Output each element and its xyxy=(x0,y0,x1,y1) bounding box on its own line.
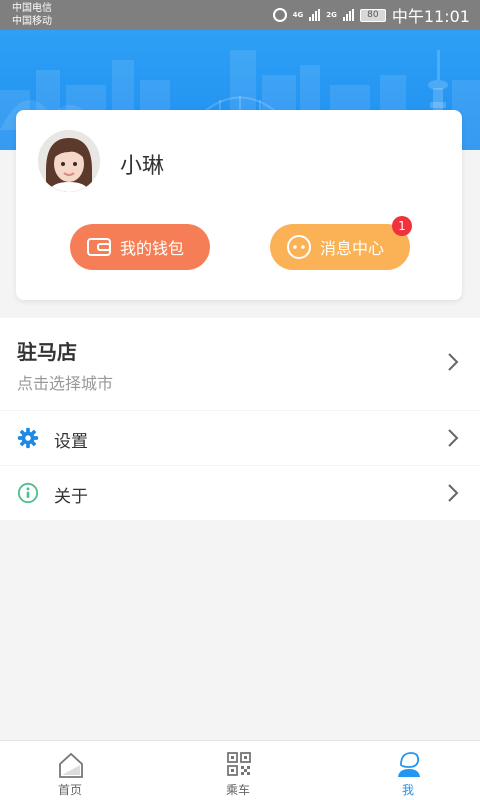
qr-code-icon xyxy=(227,752,251,776)
tab-home-label: 首页 xyxy=(57,783,82,797)
signal-2-icon xyxy=(342,9,354,21)
bottom-navigation: 首页 乘车 我 xyxy=(0,740,480,800)
avatar[interactable] xyxy=(38,130,100,192)
gear-icon xyxy=(17,427,39,449)
home-icon xyxy=(59,752,83,778)
username: 小琳 xyxy=(120,154,165,179)
city-name: 驻马店 xyxy=(17,340,77,364)
profile-card: 小琳 我的钱包 消息中心 1 xyxy=(16,110,462,300)
tab-ride-label: 乘车 xyxy=(225,783,250,797)
network-4g-label: 4G xyxy=(292,10,304,19)
settings-label: 设置 xyxy=(54,432,88,452)
chevron-right-icon xyxy=(448,353,459,371)
about-label: 关于 xyxy=(54,487,88,507)
info-icon xyxy=(17,482,39,504)
tab-me[interactable]: 我 xyxy=(328,741,480,800)
status-icons: 4G 2G 80 中午11:01 xyxy=(272,5,470,26)
message-center-label: 消息中心 xyxy=(320,239,385,258)
avatar-portrait-image xyxy=(38,130,100,192)
alarm-icon xyxy=(272,8,287,22)
tab-me-label: 我 xyxy=(401,783,414,797)
chevron-right-icon xyxy=(448,429,459,447)
battery-icon: 80 xyxy=(359,8,386,22)
signal-1-icon xyxy=(309,9,321,21)
status-clock: 中午11:01 xyxy=(391,7,470,26)
unread-badge: 1 xyxy=(392,216,412,236)
city-hint: 点击选择城市 xyxy=(17,374,114,393)
wallet-icon xyxy=(87,238,111,256)
my-wallet-button[interactable]: 我的钱包 xyxy=(70,224,210,270)
chevron-right-icon xyxy=(448,484,459,502)
carrier-1: 中国电信 xyxy=(12,3,52,14)
tab-ride[interactable]: 乘车 xyxy=(158,741,318,800)
carrier-info: 中国电信 中国移动 xyxy=(12,2,52,28)
message-icon xyxy=(287,235,311,259)
tab-home[interactable]: 首页 xyxy=(0,741,150,800)
menu-item-settings[interactable]: 设置 xyxy=(0,411,480,465)
status-bar: 中国电信 中国移动 4G 2G 80 中午11:01 xyxy=(0,0,480,30)
user-icon xyxy=(398,752,420,777)
city-selector[interactable]: 驻马店 点击选择城市 xyxy=(0,318,480,410)
menu-item-about[interactable]: 关于 xyxy=(0,466,480,520)
network-2g-label: 2G xyxy=(326,10,337,19)
message-center-button[interactable]: 消息中心 1 xyxy=(270,216,412,270)
carrier-2: 中国移动 xyxy=(12,16,52,27)
my-wallet-label: 我的钱包 xyxy=(120,239,185,258)
